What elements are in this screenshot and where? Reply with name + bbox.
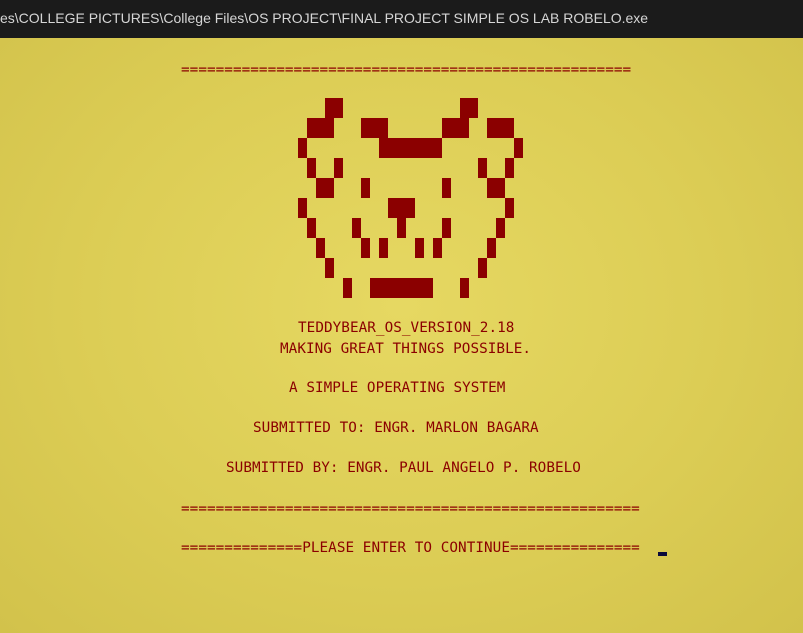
art-block bbox=[505, 198, 514, 218]
art-block bbox=[487, 238, 496, 258]
art-block bbox=[478, 158, 487, 178]
art-block bbox=[298, 138, 307, 158]
art-block bbox=[325, 258, 334, 278]
art-block bbox=[361, 178, 370, 198]
art-block bbox=[514, 138, 523, 158]
submitted-to-text: SUBMITTED TO: ENGR. MARLON BAGARA bbox=[253, 420, 539, 436]
art-block bbox=[487, 178, 505, 198]
continue-prompt: ==============PLEASE ENTER TO CONTINUE==… bbox=[181, 540, 640, 556]
art-block bbox=[460, 278, 469, 298]
art-block bbox=[415, 238, 424, 258]
art-block bbox=[379, 238, 388, 258]
top-separator: ========================================… bbox=[181, 62, 632, 78]
art-block bbox=[397, 218, 406, 238]
os-version-text: TEDDYBEAR_OS_VERSION_2.18 bbox=[298, 320, 515, 336]
art-block bbox=[361, 238, 370, 258]
art-block bbox=[496, 218, 505, 238]
art-block bbox=[361, 118, 388, 138]
art-block bbox=[388, 198, 415, 218]
bottom-separator: ========================================… bbox=[181, 501, 640, 517]
art-block bbox=[442, 218, 451, 238]
art-block bbox=[379, 138, 442, 158]
window-titlebar[interactable]: es\COLLEGE PICTURES\College Files\OS PRO… bbox=[0, 0, 803, 38]
submitted-by-text: SUBMITTED BY: ENGR. PAUL ANGELO P. ROBEL… bbox=[226, 460, 581, 476]
art-block bbox=[433, 238, 442, 258]
art-block bbox=[307, 218, 316, 238]
art-block bbox=[307, 158, 316, 178]
art-block bbox=[298, 198, 307, 218]
art-block bbox=[487, 118, 514, 138]
art-block bbox=[316, 178, 334, 198]
art-block bbox=[325, 98, 343, 118]
art-block bbox=[505, 158, 514, 178]
console-window[interactable]: ========================================… bbox=[0, 38, 803, 633]
tagline-text: MAKING GREAT THINGS POSSIBLE. bbox=[280, 341, 532, 357]
window-title: es\COLLEGE PICTURES\College Files\OS PRO… bbox=[0, 10, 649, 26]
art-block bbox=[460, 98, 478, 118]
art-block bbox=[442, 118, 469, 138]
art-block bbox=[478, 258, 487, 278]
art-block bbox=[307, 118, 334, 138]
text-cursor bbox=[658, 552, 667, 556]
art-block bbox=[442, 178, 451, 198]
art-block bbox=[316, 238, 325, 258]
description-text: A SIMPLE OPERATING SYSTEM bbox=[289, 380, 506, 396]
art-block bbox=[352, 218, 361, 238]
art-block bbox=[334, 158, 343, 178]
art-block bbox=[343, 278, 352, 298]
art-block bbox=[370, 278, 433, 298]
